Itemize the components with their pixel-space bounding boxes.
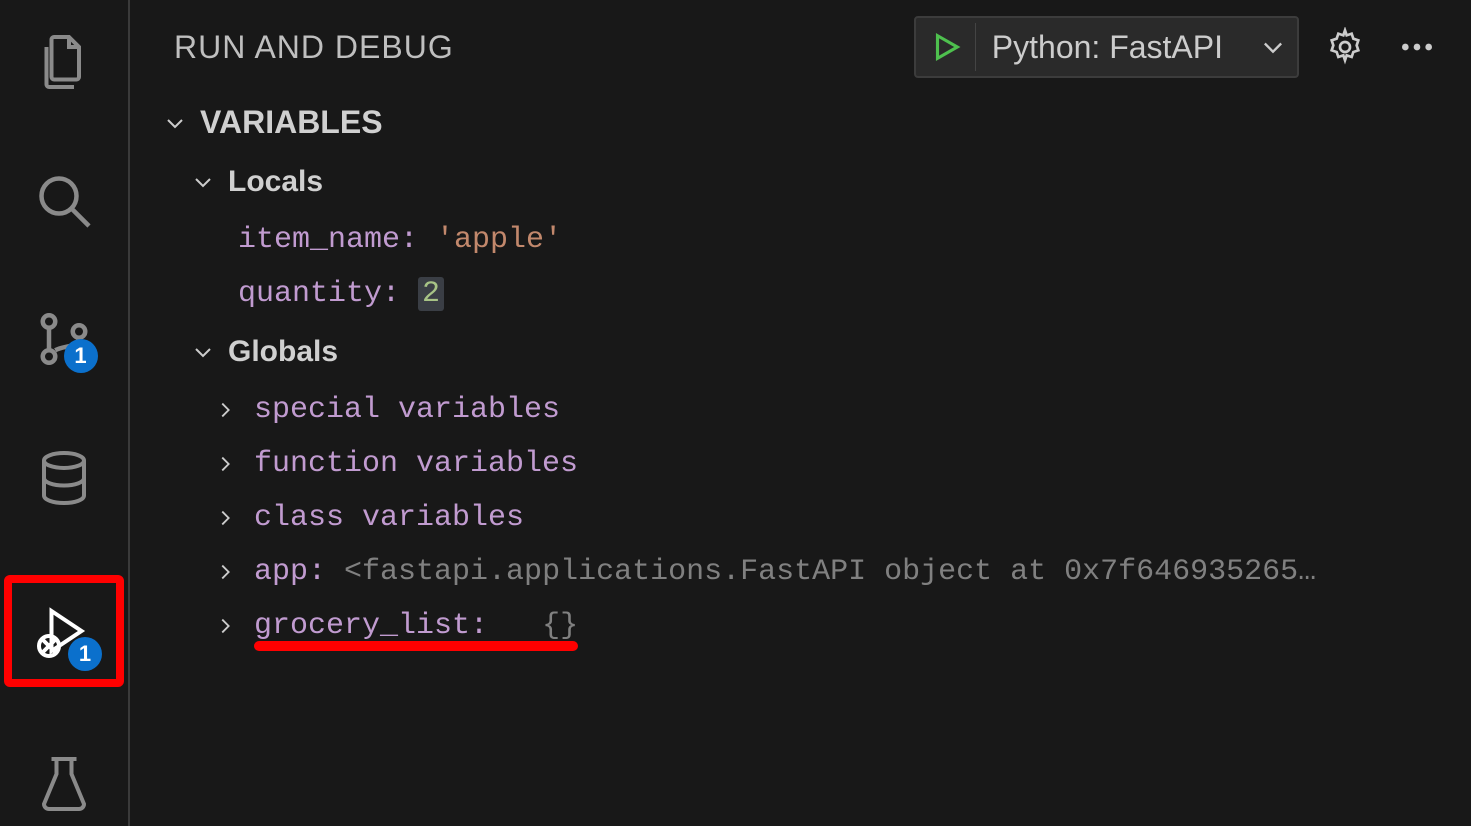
variable-name: grocery_list: <box>254 609 488 643</box>
ellipsis-icon <box>1397 27 1437 67</box>
files-icon <box>34 32 94 92</box>
activity-bar: 1 1 <box>0 0 130 826</box>
variable-row[interactable]: special variables <box>130 383 1471 437</box>
variable-row[interactable]: quantity: 2 <box>130 267 1471 321</box>
chevron-right-icon <box>210 611 240 641</box>
debug-config-selector[interactable]: Python: FastAPI <box>914 16 1299 78</box>
variables-section-title: VARIABLES <box>200 104 383 141</box>
configure-debug-button[interactable] <box>1319 21 1371 73</box>
run-debug-tab[interactable]: 1 <box>4 575 124 688</box>
variable-name: special variables <box>254 393 560 427</box>
play-icon <box>929 30 963 64</box>
variable-value: 2 <box>418 277 444 311</box>
variable-row[interactable]: class variables <box>130 491 1471 545</box>
source-control-tab[interactable]: 1 <box>17 297 112 381</box>
variable-row[interactable]: grocery_list: {} <box>130 599 1471 653</box>
variable-name: item_name: <box>238 223 418 257</box>
annotation-underline <box>254 641 578 651</box>
variable-value: <fastapi.applications.FastAPI object at … <box>344 555 1316 589</box>
variable-name: class variables <box>254 501 524 535</box>
variable-name: app: <box>254 555 326 589</box>
highlighted-variable: grocery_list: {} <box>254 609 578 643</box>
variable-row[interactable]: app: <fastapi.applications.FastAPI objec… <box>130 545 1471 599</box>
gear-icon <box>1325 27 1365 67</box>
chevron-right-icon <box>210 557 240 587</box>
globals-scope-header[interactable]: Globals <box>130 321 1471 383</box>
variable-name: quantity: <box>238 277 400 311</box>
variable-name: function variables <box>254 447 578 481</box>
testing-tab[interactable] <box>17 742 112 826</box>
variable-value: 'apple' <box>436 223 562 257</box>
locals-scope-header[interactable]: Locals <box>130 151 1471 213</box>
chevron-down-icon <box>188 167 218 197</box>
database-icon <box>34 448 94 508</box>
more-actions-button[interactable] <box>1391 21 1443 73</box>
variables-section-header[interactable]: VARIABLES <box>130 86 1471 151</box>
start-debugging-button[interactable] <box>928 23 976 71</box>
variable-value: {} <box>542 609 578 643</box>
chevron-right-icon <box>210 449 240 479</box>
globals-scope-title: Globals <box>228 335 338 369</box>
panel-header: RUN AND DEBUG Python: FastAPI <box>130 0 1471 86</box>
run-and-debug-panel: RUN AND DEBUG Python: FastAPI <box>130 0 1471 826</box>
beaker-icon <box>34 754 94 814</box>
chevron-right-icon <box>210 503 240 533</box>
debug-config-label: Python: FastAPI <box>992 29 1239 66</box>
explorer-tab[interactable] <box>17 20 112 104</box>
panel-title: RUN AND DEBUG <box>174 29 454 66</box>
variable-row[interactable]: item_name: 'apple' <box>130 213 1471 267</box>
chevron-right-icon <box>210 395 240 425</box>
run-debug-badge: 1 <box>68 637 102 671</box>
chevron-down-icon <box>188 337 218 367</box>
locals-scope-title: Locals <box>228 165 323 199</box>
variable-row[interactable]: function variables <box>130 437 1471 491</box>
chevron-down-icon <box>1259 33 1287 61</box>
database-tab[interactable] <box>17 436 112 520</box>
search-tab[interactable] <box>17 159 112 243</box>
chevron-down-icon <box>160 108 190 138</box>
search-icon <box>34 171 94 231</box>
source-control-badge: 1 <box>64 339 98 373</box>
debug-config-dropdown[interactable] <box>1249 23 1297 71</box>
